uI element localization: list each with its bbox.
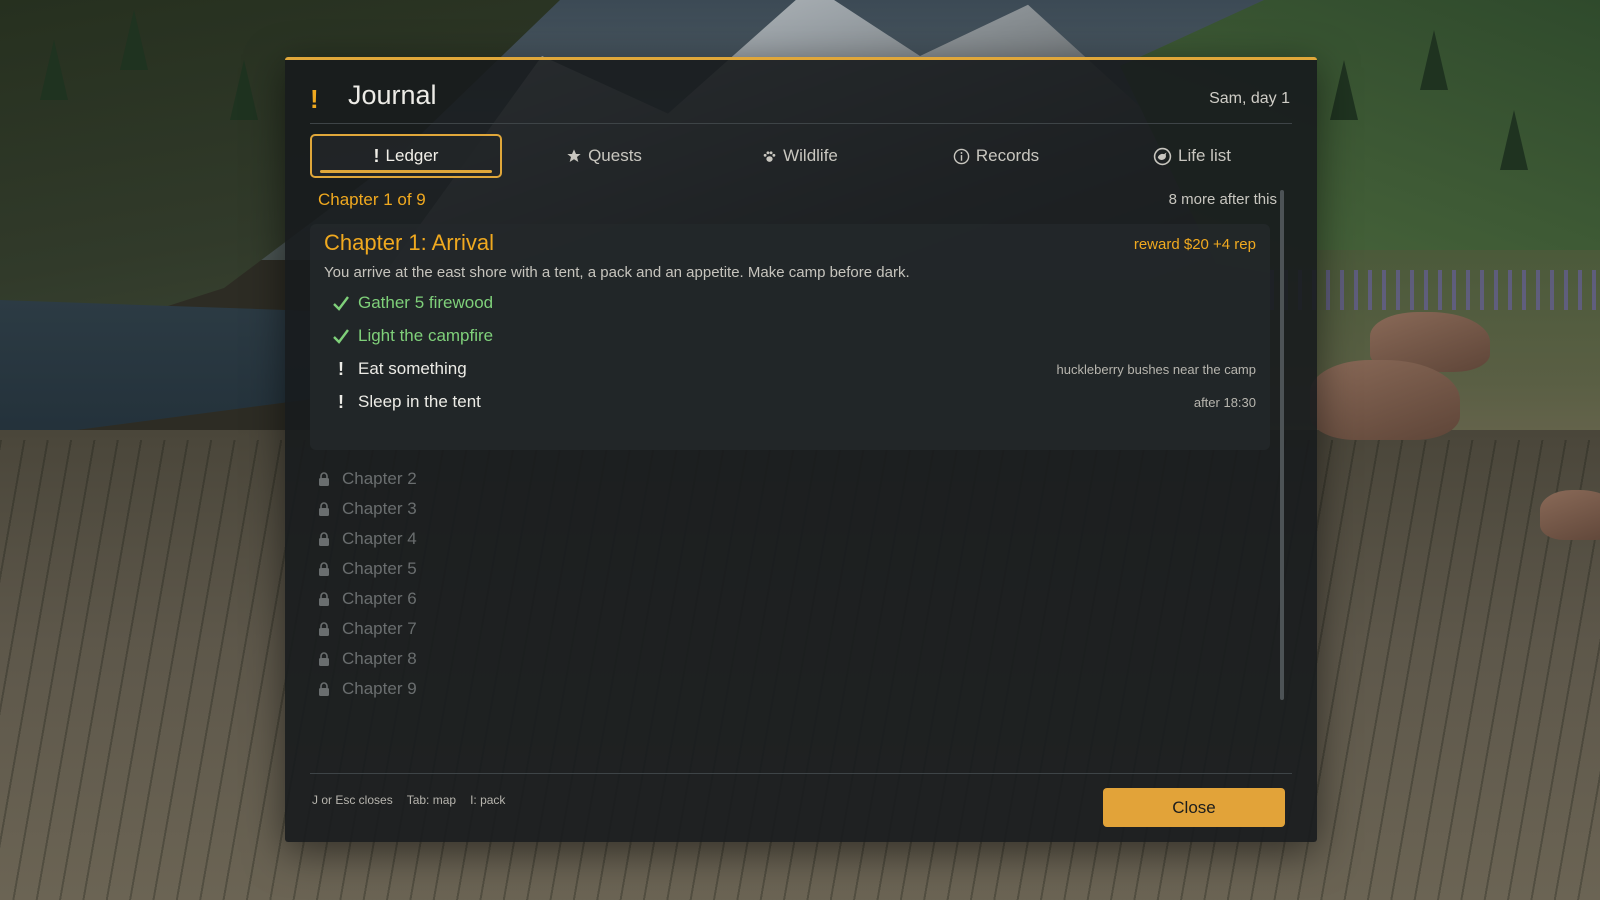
lake: [0, 300, 320, 440]
current-chapter-card: Chapter 1: Arrival reward $20 +4 rep You…: [310, 224, 1270, 450]
pine-tree: [1330, 60, 1358, 120]
tab-label: Records: [975, 146, 1040, 165]
lock-icon: [318, 622, 330, 636]
pine-tree: [1500, 110, 1528, 170]
journal-header: ! Journal Sam, day 1: [310, 78, 1292, 124]
lock-icon: [318, 502, 330, 516]
locked-chapter-label: Chapter 5: [342, 559, 417, 578]
chapter-progress: Chapter 1 of 9: [318, 190, 426, 209]
locked-chapter-label: Chapter 9: [342, 679, 417, 698]
task-label: Light the campfire: [358, 326, 494, 345]
star-icon: [566, 148, 582, 164]
chapters-remaining: 8 more after this: [1168, 191, 1277, 208]
exclamation-icon: !: [338, 391, 344, 412]
locked-chapter-item[interactable]: Chapter 9: [310, 674, 710, 704]
info-icon: [953, 148, 970, 165]
pine-tree: [230, 60, 258, 120]
task-hint: after 18:30: [1193, 394, 1256, 410]
tab-records[interactable]: Records: [898, 134, 1094, 178]
pine-tree: [40, 40, 68, 100]
locked-chapter-item[interactable]: Chapter 8: [310, 644, 710, 674]
locked-chapter-item[interactable]: Chapter 7: [310, 614, 710, 644]
locked-chapter-item[interactable]: Chapter 5: [310, 554, 710, 584]
locked-chapter-label: Chapter 2: [342, 469, 417, 488]
task-label: Gather 5 firewood: [358, 293, 494, 312]
lock-icon: [318, 592, 330, 606]
boulder: [1540, 490, 1600, 540]
task-item: Gather 5 firewood: [324, 290, 1256, 316]
tab-label: Quests: [588, 146, 642, 165]
tab-life-list[interactable]: Life list: [1094, 134, 1290, 178]
chapter-reward: reward $20 +4 rep: [1133, 236, 1256, 253]
task-item: ! Eat something huckleberry bushes near …: [324, 356, 1256, 382]
locked-chapter-label: Chapter 8: [342, 649, 417, 668]
check-icon: [324, 328, 358, 344]
check-icon: [324, 295, 358, 311]
tab-label: Ledger: [385, 146, 439, 165]
lock-icon: [318, 682, 330, 696]
hint-close: J or Esc closes: [312, 793, 393, 807]
task-label: Sleep in the tent: [358, 392, 481, 411]
chapter-description: You arrive at the east shore with a tent…: [324, 264, 910, 281]
locked-chapter-item[interactable]: Chapter 6: [310, 584, 710, 614]
exclamation-icon: !: [338, 358, 344, 379]
chapter-title: Chapter 1: Arrival: [324, 230, 494, 255]
locked-chapter-label: Chapter 6: [342, 589, 417, 608]
bird-badge-icon: [1153, 147, 1172, 166]
tab-quests[interactable]: Quests: [506, 134, 702, 178]
locked-chapter-label: Chapter 4: [342, 529, 417, 548]
close-button[interactable]: Close: [1103, 788, 1285, 827]
player-day: Sam, day 1: [1209, 90, 1290, 107]
locked-chapter-label: Chapter 7: [342, 619, 417, 638]
journal-title: Journal: [348, 80, 437, 110]
journal-tabs: ! Ledger Quests Wildlife Records Life li…: [310, 134, 1292, 178]
exclamation-icon: !: [373, 145, 380, 166]
footer-divider: [310, 773, 1292, 774]
lock-icon: [318, 652, 330, 666]
lock-icon: [318, 532, 330, 546]
locked-chapter-label: Chapter 3: [342, 499, 417, 518]
pine-tree: [120, 10, 148, 70]
hint-map: Tab: map: [406, 793, 457, 807]
scrollbar[interactable]: [1280, 190, 1284, 700]
wildflowers: [1270, 270, 1600, 310]
pine-tree: [1420, 30, 1448, 90]
exclamation-icon: !: [310, 84, 319, 114]
tab-label: Life list: [1178, 146, 1231, 165]
tab-wildlife[interactable]: Wildlife: [702, 134, 898, 178]
journal-panel: ! Journal Sam, day 1 ! Ledger Quests Wil…: [285, 57, 1317, 842]
locked-chapter-item[interactable]: Chapter 4: [310, 524, 710, 554]
tab-ledger[interactable]: ! Ledger: [310, 134, 502, 178]
task-item: Light the campfire: [324, 323, 1256, 349]
task-hint: huckleberry bushes near the camp: [1056, 361, 1256, 377]
lock-icon: [318, 562, 330, 576]
lock-icon: [318, 472, 330, 486]
locked-chapter-item[interactable]: Chapter 3: [310, 494, 710, 524]
task-label: Eat something: [358, 359, 467, 378]
locked-chapter-item[interactable]: Chapter 2: [310, 464, 710, 494]
task-item: ! Sleep in the tent after 18:30: [324, 389, 1256, 415]
paw-icon: [762, 149, 777, 164]
locked-chapter-list: Chapter 2 Chapter 3 Chapter 4 Chapter 5 …: [310, 464, 710, 704]
hint-pack: I: pack: [470, 793, 506, 807]
keyboard-hints: J or Esc closes Tab: map I: pack: [312, 793, 505, 807]
tab-label: Wildlife: [783, 146, 838, 165]
boulder: [1310, 360, 1460, 440]
